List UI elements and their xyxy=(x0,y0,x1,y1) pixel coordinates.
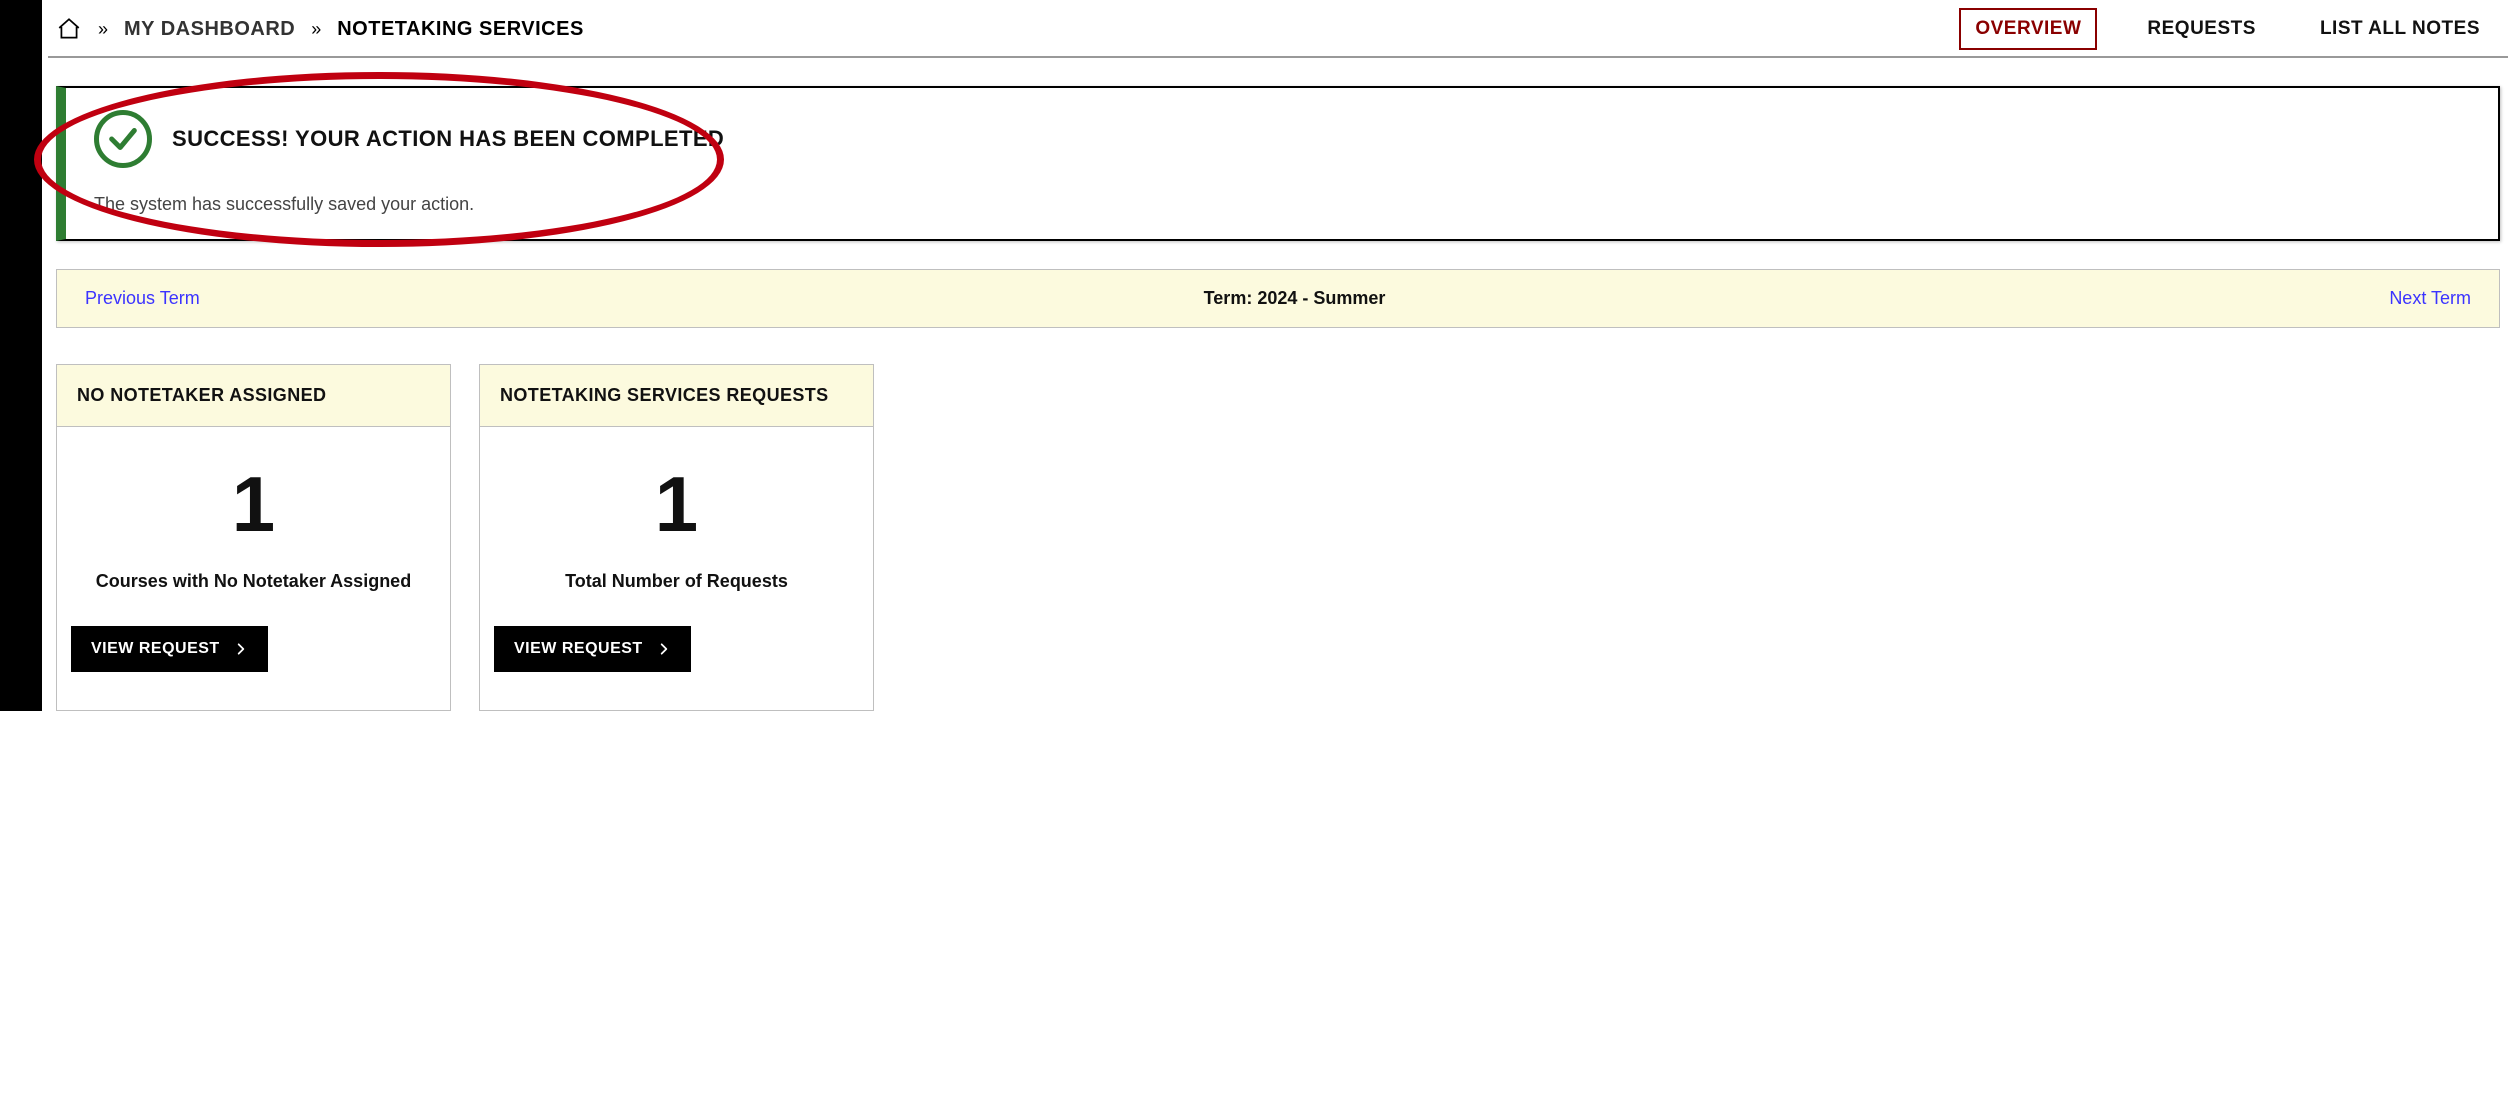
chevron-right-icon xyxy=(657,642,671,656)
success-banner: SUCCESS! YOUR ACTION HAS BEEN COMPLETED … xyxy=(56,86,2500,241)
tab-list-all-notes[interactable]: LIST ALL NOTES xyxy=(2306,10,2494,48)
term-navigation-bar: Previous Term Term: 2024 - Summer Next T… xyxy=(56,269,2500,328)
check-circle-icon xyxy=(94,110,152,168)
header-row: » MY DASHBOARD » NOTETAKING SERVICES OVE… xyxy=(48,0,2508,58)
tab-bar: OVERVIEW REQUESTS LIST ALL NOTES xyxy=(1959,8,2500,50)
summary-cards: NO NOTETAKER ASSIGNED 1 Courses with No … xyxy=(56,364,2500,711)
success-banner-title: SUCCESS! YOUR ACTION HAS BEEN COMPLETED xyxy=(172,126,724,152)
previous-term-link[interactable]: Previous Term xyxy=(85,288,200,309)
breadcrumb: » MY DASHBOARD » NOTETAKING SERVICES xyxy=(56,16,584,42)
view-request-button[interactable]: VIEW REQUEST xyxy=(71,626,268,672)
card-subtitle: Total Number of Requests xyxy=(494,571,859,592)
button-label: VIEW REQUEST xyxy=(91,640,220,658)
breadcrumb-current: NOTETAKING SERVICES xyxy=(337,18,584,41)
breadcrumb-separator-icon: » xyxy=(311,19,321,40)
breadcrumb-separator-icon: » xyxy=(98,19,108,40)
breadcrumb-dashboard[interactable]: MY DASHBOARD xyxy=(124,18,295,41)
card-requests: NOTETAKING SERVICES REQUESTS 1 Total Num… xyxy=(479,364,874,711)
term-label: Term: 2024 - Summer xyxy=(1204,288,1386,309)
view-request-button[interactable]: VIEW REQUEST xyxy=(494,626,691,672)
card-title: NO NOTETAKER ASSIGNED xyxy=(57,365,450,427)
card-no-notetaker: NO NOTETAKER ASSIGNED 1 Courses with No … xyxy=(56,364,451,711)
chevron-right-icon xyxy=(234,642,248,656)
left-sidebar-strip xyxy=(0,0,42,711)
success-banner-subtitle: The system has successfully saved your a… xyxy=(94,194,2474,215)
home-icon[interactable] xyxy=(56,16,82,42)
tab-requests[interactable]: REQUESTS xyxy=(2133,10,2270,48)
card-value: 1 xyxy=(71,465,436,543)
button-label: VIEW REQUEST xyxy=(514,640,643,658)
next-term-link[interactable]: Next Term xyxy=(2389,288,2471,309)
card-value: 1 xyxy=(494,465,859,543)
tab-overview[interactable]: OVERVIEW xyxy=(1959,8,2097,50)
card-title: NOTETAKING SERVICES REQUESTS xyxy=(480,365,873,427)
card-subtitle: Courses with No Notetaker Assigned xyxy=(71,571,436,592)
